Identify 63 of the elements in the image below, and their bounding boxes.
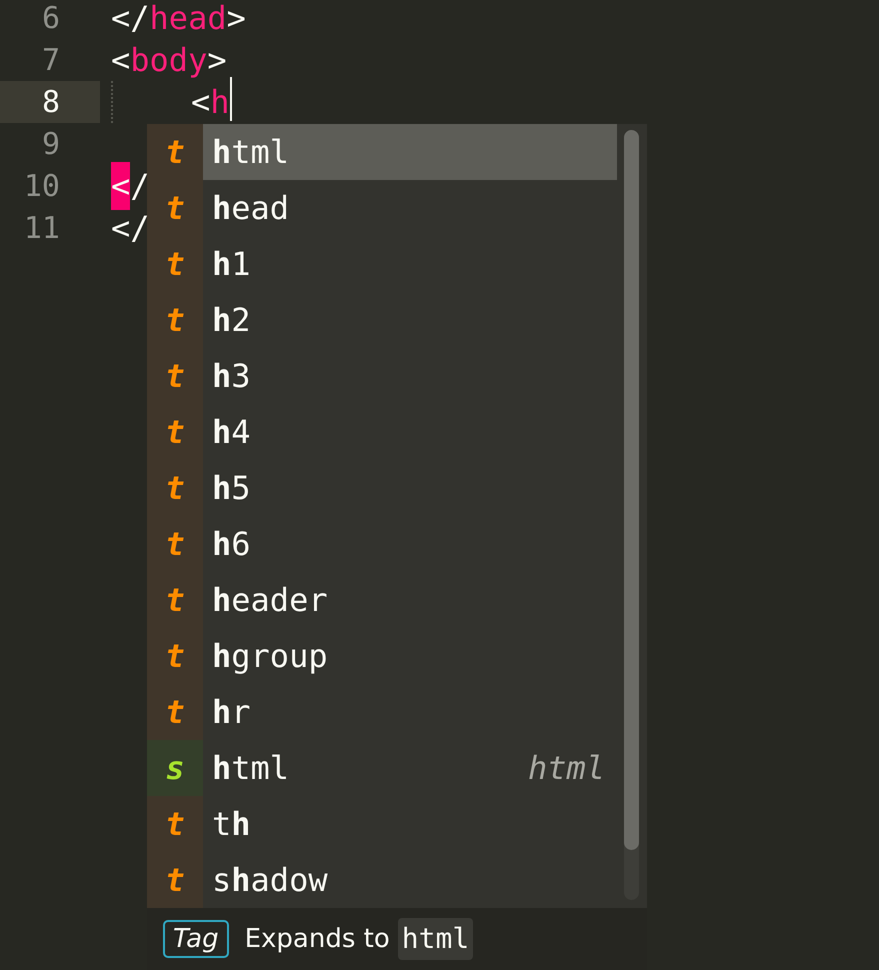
completion-label: h5 — [212, 468, 251, 509]
kind-letter: t — [147, 292, 203, 348]
completion-label: html — [212, 132, 290, 173]
kind-letter: t — [147, 516, 203, 572]
completion-item[interactable]: t hr — [147, 684, 617, 740]
code-token: < — [191, 82, 210, 123]
completion-item[interactable]: t h5 — [147, 460, 617, 516]
code-token: body — [130, 40, 208, 81]
code-snippet: html — [398, 918, 474, 960]
code-token: </ — [111, 208, 150, 249]
completion-item[interactable]: s html html — [147, 740, 617, 796]
code-token: / — [130, 166, 150, 207]
completion-item[interactable]: t header — [147, 572, 617, 628]
completion-item[interactable]: t h4 — [147, 404, 617, 460]
scrollbar[interactable] — [624, 130, 639, 900]
completion-label: head — [212, 188, 290, 229]
completion-label: h4 — [212, 412, 251, 453]
line-number: 6 — [40, 0, 61, 38]
completion-item[interactable]: t head — [147, 180, 617, 236]
completion-label: hgroup — [212, 636, 328, 677]
completion-label: h3 — [212, 356, 251, 397]
completion-label: h1 — [212, 244, 251, 285]
line-number: 11 — [22, 210, 61, 248]
completion-item[interactable]: t th — [147, 796, 617, 852]
code-token: < — [111, 162, 130, 210]
completion-item[interactable]: t h2 — [147, 292, 617, 348]
completion-item[interactable]: t h6 — [147, 516, 617, 572]
details-text: Expands to — [244, 922, 390, 956]
code-token: </ — [111, 0, 150, 39]
completion-label: shadow — [212, 860, 328, 901]
completion-label: html — [212, 748, 290, 789]
completion-item[interactable]: t hgroup — [147, 628, 617, 684]
code-token: > — [207, 40, 227, 81]
kind-letter: s — [147, 740, 203, 796]
completion-hint: html — [528, 748, 605, 789]
kind-letter: t — [147, 180, 203, 236]
line-number: 7 — [40, 42, 61, 80]
completion-label: h2 — [212, 300, 251, 341]
kind-letter: t — [147, 236, 203, 292]
completion-item[interactable]: t h3 — [147, 348, 617, 404]
kind-letter: t — [147, 348, 203, 404]
kind-letter: t — [147, 852, 203, 908]
completion-label: h6 — [212, 524, 251, 565]
completion-label: hr — [212, 692, 251, 733]
code-token: < — [111, 40, 130, 81]
kind-letter: t — [147, 684, 203, 740]
line-number: 8 — [0, 81, 100, 123]
code-token: > — [226, 0, 246, 39]
kind-badge: Tag — [163, 920, 229, 958]
kind-letter: t — [147, 796, 203, 852]
completion-label: header — [212, 580, 328, 621]
completion-label: th — [212, 804, 251, 845]
code-token: head — [150, 0, 227, 39]
kind-letter: t — [147, 404, 203, 460]
code-token: h — [210, 82, 230, 123]
kind-letter: t — [147, 628, 203, 684]
line-number: 9 — [40, 126, 61, 164]
line-number: 10 — [22, 168, 61, 206]
completion-item[interactable]: t h1 — [147, 236, 617, 292]
completion-item[interactable]: t shadow — [147, 852, 617, 908]
kind-letter: t — [147, 460, 203, 516]
kind-letter: t — [147, 572, 203, 628]
kind-letter: t — [147, 124, 203, 180]
